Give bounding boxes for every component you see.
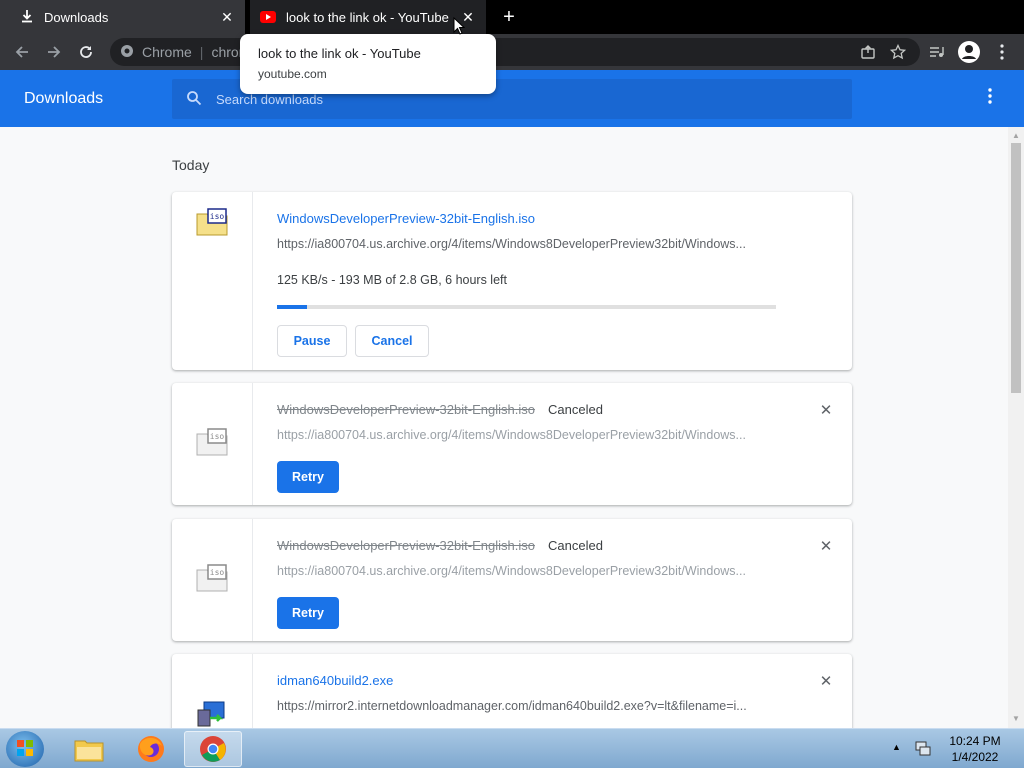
omnibox-separator: | <box>199 44 204 60</box>
chrome-taskbar-icon[interactable] <box>184 731 242 767</box>
downloads-list: Today iso WindowsDeveloperPreview-32bit-… <box>0 127 1024 728</box>
file-explorer-icon[interactable] <box>60 731 118 767</box>
progress-status: 125 KB/s - 193 MB of 2.8 GB, 6 hours lef… <box>277 273 507 287</box>
network-icon[interactable] <box>914 739 932 757</box>
download-item: iso WindowsDeveloperPreview-32bit-Englis… <box>172 519 852 641</box>
iso-file-icon: iso <box>196 564 228 592</box>
file-name: WindowsDeveloperPreview-32bit-English.is… <box>277 402 535 417</box>
search-icon <box>186 90 202 109</box>
iso-file-icon: iso <box>196 428 228 456</box>
scroll-up-arrow-icon[interactable]: ▲ <box>1012 131 1020 141</box>
tab-title: look to the link ok - YouTube <box>286 9 449 25</box>
scroll-down-arrow-icon[interactable]: ▼ <box>1012 714 1020 724</box>
svg-text:iso: iso <box>210 568 225 577</box>
firefox-icon[interactable] <box>122 731 180 767</box>
progress-fill <box>277 305 307 309</box>
file-url[interactable]: https://mirror2.internetdownloadmanager.… <box>277 699 777 713</box>
back-button[interactable] <box>10 40 34 64</box>
file-icon-column <box>172 654 253 728</box>
tab-hover-card: look to the link ok - YouTube youtube.co… <box>240 34 496 94</box>
file-url[interactable]: https://ia800704.us.archive.org/4/items/… <box>277 428 777 442</box>
file-icon-column: iso <box>172 519 253 641</box>
share-icon[interactable] <box>856 40 880 64</box>
show-hidden-icons-icon[interactable]: ▲ <box>892 742 902 752</box>
svg-text:iso: iso <box>210 212 225 221</box>
forward-button[interactable] <box>42 40 66 64</box>
remove-icon[interactable]: ✕ <box>818 403 834 419</box>
file-url[interactable]: https://ia800704.us.archive.org/4/items/… <box>277 237 777 251</box>
tab-downloads[interactable]: Downloads ✕ <box>0 0 245 34</box>
windows-taskbar: ▲ 10:24 PM 1/4/2022 <box>0 728 1024 768</box>
download-item: idman640build2.exe ✕ https://mirror2.int… <box>172 654 852 728</box>
tab-title: Downloads <box>44 9 109 25</box>
scroll-thumb[interactable] <box>1011 143 1021 393</box>
hover-card-url: youtube.com <box>258 67 327 81</box>
remove-icon[interactable]: ✕ <box>818 539 834 555</box>
date-heading: Today <box>172 157 210 173</box>
status-label: Canceled <box>548 538 603 553</box>
file-icon-column: iso <box>172 192 253 370</box>
file-url[interactable]: https://ia800704.us.archive.org/4/items/… <box>277 564 777 578</box>
iso-file-icon: iso <box>196 208 228 236</box>
browser-toolbar: Chrome | chrom <box>0 34 1024 70</box>
star-icon[interactable] <box>886 40 910 64</box>
page-scrollbar[interactable]: ▲ ▼ <box>1008 127 1024 728</box>
downloads-header: Downloads <box>0 70 1024 127</box>
tab-strip: Downloads ✕ look to the link ok - YouTub… <box>0 0 1024 34</box>
address-bar[interactable]: Chrome | chrom <box>110 38 920 66</box>
profile-avatar[interactable] <box>958 41 980 63</box>
hover-card-title: look to the link ok - YouTube <box>258 46 421 61</box>
media-control-icon[interactable] <box>924 40 948 64</box>
download-item: iso WindowsDeveloperPreview-32bit-Englis… <box>172 192 852 370</box>
kebab-menu-icon[interactable] <box>990 40 1014 64</box>
youtube-icon <box>260 11 276 23</box>
clock-time: 10:24 PM <box>949 734 1001 748</box>
progress-bar <box>277 305 776 309</box>
new-tab-button[interactable]: + <box>498 6 520 28</box>
start-button[interactable] <box>6 731 44 767</box>
mouse-cursor-icon <box>453 17 465 35</box>
status-label: Canceled <box>548 402 603 417</box>
remove-icon[interactable]: ✕ <box>818 674 834 690</box>
file-name-link[interactable]: WindowsDeveloperPreview-32bit-English.is… <box>277 211 535 226</box>
file-icon-column: iso <box>172 383 253 505</box>
retry-button[interactable]: Retry <box>277 597 339 629</box>
cancel-button[interactable]: Cancel <box>355 325 429 357</box>
svg-text:iso: iso <box>210 432 225 441</box>
system-clock[interactable]: 10:24 PM 1/4/2022 <box>940 733 1010 765</box>
download-item: iso WindowsDeveloperPreview-32bit-Englis… <box>172 383 852 505</box>
chrome-icon <box>120 44 134 61</box>
file-name-link[interactable]: idman640build2.exe <box>277 673 393 688</box>
tab-youtube[interactable]: look to the link ok - YouTube ✕ <box>250 0 486 34</box>
installer-file-icon <box>197 701 225 727</box>
more-options-icon[interactable] <box>980 88 1000 108</box>
clock-date: 1/4/2022 <box>951 750 999 764</box>
file-name: WindowsDeveloperPreview-32bit-English.is… <box>277 538 535 553</box>
retry-button[interactable]: Retry <box>277 461 339 493</box>
download-icon <box>20 9 34 26</box>
close-icon[interactable]: ✕ <box>219 9 235 25</box>
omnibox-prefix: Chrome <box>142 44 192 60</box>
reload-button[interactable] <box>74 40 98 64</box>
pause-button[interactable]: Pause <box>277 325 347 357</box>
page-title: Downloads <box>24 90 104 107</box>
